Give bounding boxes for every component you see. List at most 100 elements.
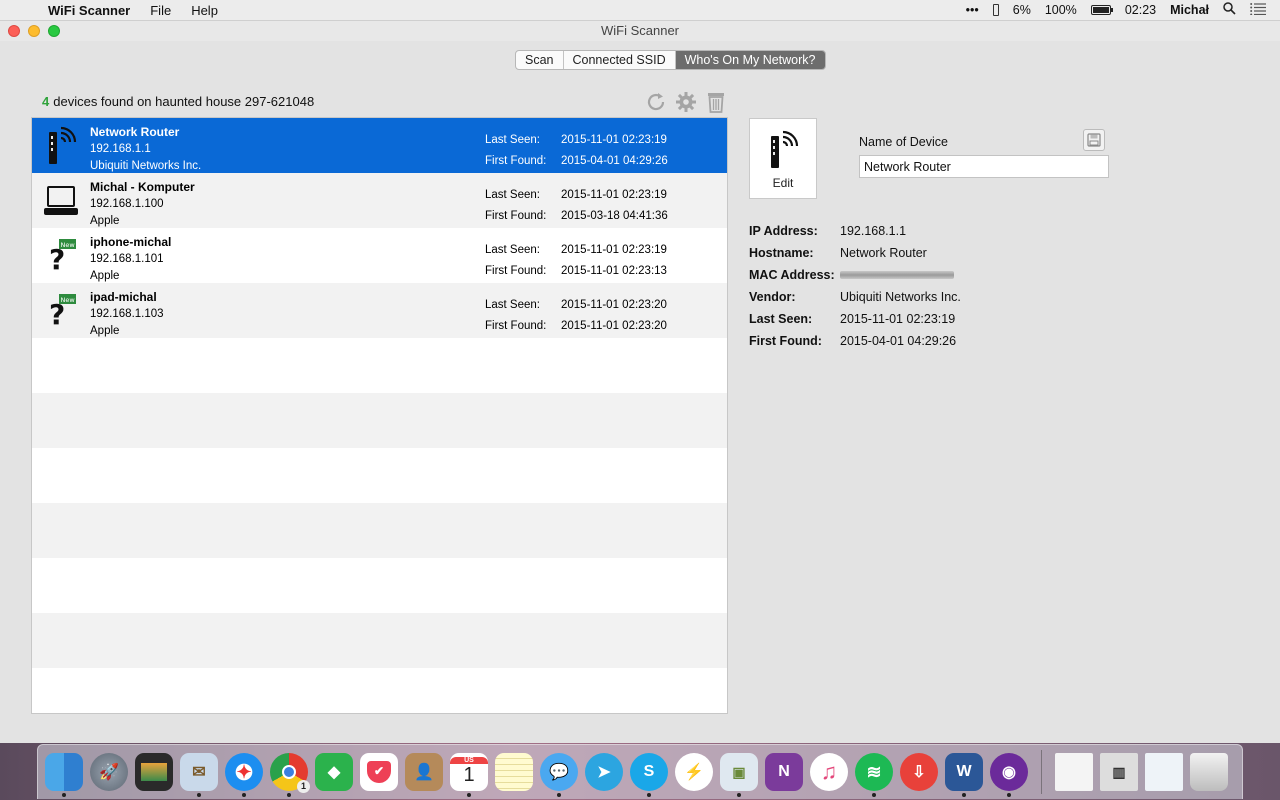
property-key: IP Address: xyxy=(749,224,818,238)
spotify-icon[interactable]: ≋ xyxy=(855,753,893,797)
new-badge: New xyxy=(61,296,76,304)
device-name: iphone-michal xyxy=(90,235,172,249)
word-icon[interactable]: W xyxy=(945,753,983,797)
more-status-icon[interactable]: ••• xyxy=(966,3,979,17)
last-seen-label: Last Seen: xyxy=(485,244,540,256)
property-key: Hostname: xyxy=(749,246,814,260)
finder-icon[interactable] xyxy=(45,753,83,797)
calendar-day: 1 xyxy=(463,764,475,786)
safari-icon[interactable]: ✦ xyxy=(225,753,263,797)
device-name: ipad-michal xyxy=(90,290,157,304)
notification-center-icon[interactable] xyxy=(1250,2,1266,18)
trash-dock-icon[interactable] xyxy=(1190,753,1228,791)
laptop-icon xyxy=(32,173,90,228)
device-row[interactable]: Network Router 192.168.1.1 Ubiquiti Netw… xyxy=(32,118,727,173)
tab-scan[interactable]: Scan xyxy=(516,51,564,69)
device-ip: 192.168.1.1 xyxy=(90,143,151,155)
empty-row xyxy=(32,613,727,668)
spotlight-search-icon[interactable] xyxy=(1223,2,1236,18)
device-count: 4 xyxy=(42,94,50,109)
device-row[interactable]: ? New ipad-michal 192.168.1.103 Apple Las… xyxy=(32,283,727,338)
close-window-button[interactable] xyxy=(8,25,20,37)
settings-gear-icon[interactable] xyxy=(675,91,697,113)
user-name[interactable]: Michał xyxy=(1170,3,1209,17)
preview-icon[interactable]: ▣ xyxy=(720,753,758,797)
router-icon xyxy=(771,130,799,168)
empty-row xyxy=(32,338,727,393)
device-row[interactable]: ? New iphone-michal 192.168.1.101 Apple L… xyxy=(32,228,727,283)
property-key: Vendor: xyxy=(749,290,796,304)
save-name-button[interactable] xyxy=(1083,129,1105,151)
refresh-icon[interactable] xyxy=(645,91,667,113)
itunes-icon[interactable]: ♫ xyxy=(810,753,848,791)
unknown-device-new-icon: ? New xyxy=(32,283,90,338)
help-menu[interactable]: Help xyxy=(181,3,228,18)
app-menu[interactable]: WiFi Scanner xyxy=(38,3,140,18)
property-hostname: Hostname: Network Router xyxy=(749,242,961,264)
chrome-badge: 1 xyxy=(297,780,310,793)
property-value: 2015-04-01 04:29:26 xyxy=(840,334,957,348)
notes-icon[interactable] xyxy=(495,753,533,791)
pdf-app-icon[interactable]: ⇩ xyxy=(900,753,938,791)
clock[interactable]: 02:23 xyxy=(1125,3,1156,17)
pocket-icon[interactable]: ✔ xyxy=(360,753,398,791)
first-found-label: First Found: xyxy=(485,209,547,222)
property-last-seen: Last Seen: 2015-11-01 02:23:19 xyxy=(749,308,961,330)
empty-row xyxy=(32,558,727,613)
first-found-value: 2015-11-01 02:23:13 xyxy=(561,264,667,277)
tab-connected-ssid[interactable]: Connected SSID xyxy=(564,51,676,69)
trash-icon[interactable] xyxy=(705,91,727,113)
title-bar: WiFi Scanner xyxy=(0,21,1280,41)
first-found-label: First Found: xyxy=(485,154,547,167)
device-timestamps: Last Seen: 2015-11-01 02:23:20 First Foun… xyxy=(485,283,667,338)
device-summary: 4 devices found on haunted house 297-6210… xyxy=(42,94,314,109)
tab-whos-on-my-network[interactable]: Who's On My Network? xyxy=(675,51,825,69)
photo-slideshow-icon[interactable] xyxy=(135,753,173,791)
calendar-icon[interactable]: US 1 xyxy=(450,753,488,797)
file-manager-icon[interactable]: ▥ xyxy=(1100,753,1138,791)
doc-thumbnail-icon[interactable] xyxy=(1145,753,1183,791)
floppy-save-icon xyxy=(1087,133,1101,147)
property-first-found: First Found: 2015-04-01 04:29:26 xyxy=(749,330,961,352)
device-info: Network Router 192.168.1.1 Ubiquiti Netw… xyxy=(90,118,485,173)
last-seen-value: 2015-11-01 02:23:20 xyxy=(561,299,667,311)
calendar-month: US xyxy=(450,757,488,764)
launchpad-icon[interactable]: 🚀 xyxy=(90,753,128,791)
mac-address-redacted xyxy=(840,271,954,279)
battery-icon[interactable] xyxy=(1090,5,1113,15)
property-mac-address: MAC Address: xyxy=(749,264,961,286)
wifi-scanner-icon[interactable]: ◉ xyxy=(990,753,1028,797)
device-ip: 192.168.1.100 xyxy=(90,198,164,210)
last-seen-label: Last Seen: xyxy=(485,134,540,146)
contacts-icon[interactable]: 👤 xyxy=(405,753,443,791)
device-row[interactable]: Michal - Komputer 192.168.1.100 Apple La… xyxy=(32,173,727,228)
device-name: Michal - Komputer xyxy=(90,180,195,194)
last-seen-value: 2015-11-01 02:23:19 xyxy=(561,134,667,146)
first-found-value: 2015-03-18 04:41:36 xyxy=(561,209,668,222)
file-menu[interactable]: File xyxy=(140,3,181,18)
zoom-window-button[interactable] xyxy=(48,25,60,37)
device-timestamps: Last Seen: 2015-11-01 02:23:19 First Foun… xyxy=(485,173,668,228)
device-info: iphone-michal 192.168.1.101 Apple xyxy=(90,228,485,283)
chrome-icon[interactable]: 1 xyxy=(270,753,310,797)
skype-icon[interactable]: S xyxy=(630,753,668,797)
desktop-background: 🚀 ✉ ✦ 1 ◆ ✔ 👤 US 1 💬 ➤ S ⚡ ▣ N ♫ ≋ ⇩ W ◉ … xyxy=(0,743,1280,800)
empty-row xyxy=(32,448,727,503)
phone-battery-icon[interactable] xyxy=(992,4,999,16)
property-value: 2015-11-01 02:23:19 xyxy=(840,312,956,326)
telegram-icon[interactable]: ➤ xyxy=(585,753,623,791)
list-toolbar xyxy=(645,91,727,113)
messages-icon[interactable]: 💬 xyxy=(540,753,578,797)
empty-row xyxy=(32,503,727,558)
messenger-icon[interactable]: ⚡ xyxy=(675,753,713,791)
document-icon[interactable] xyxy=(1055,753,1093,791)
device-name-field[interactable] xyxy=(859,155,1109,178)
device-list[interactable]: Network Router 192.168.1.1 Ubiquiti Netw… xyxy=(31,117,728,714)
device-timestamps: Last Seen: 2015-11-01 02:23:19 First Foun… xyxy=(485,118,668,173)
mail-bird-icon[interactable]: ✉ xyxy=(180,753,218,797)
edit-device-button[interactable]: Edit xyxy=(749,118,817,199)
property-vendor: Vendor: Ubiquiti Networks Inc. xyxy=(749,286,961,308)
minimize-window-button[interactable] xyxy=(28,25,40,37)
onenote-icon[interactable]: N xyxy=(765,753,803,791)
feedly-icon[interactable]: ◆ xyxy=(315,753,353,791)
